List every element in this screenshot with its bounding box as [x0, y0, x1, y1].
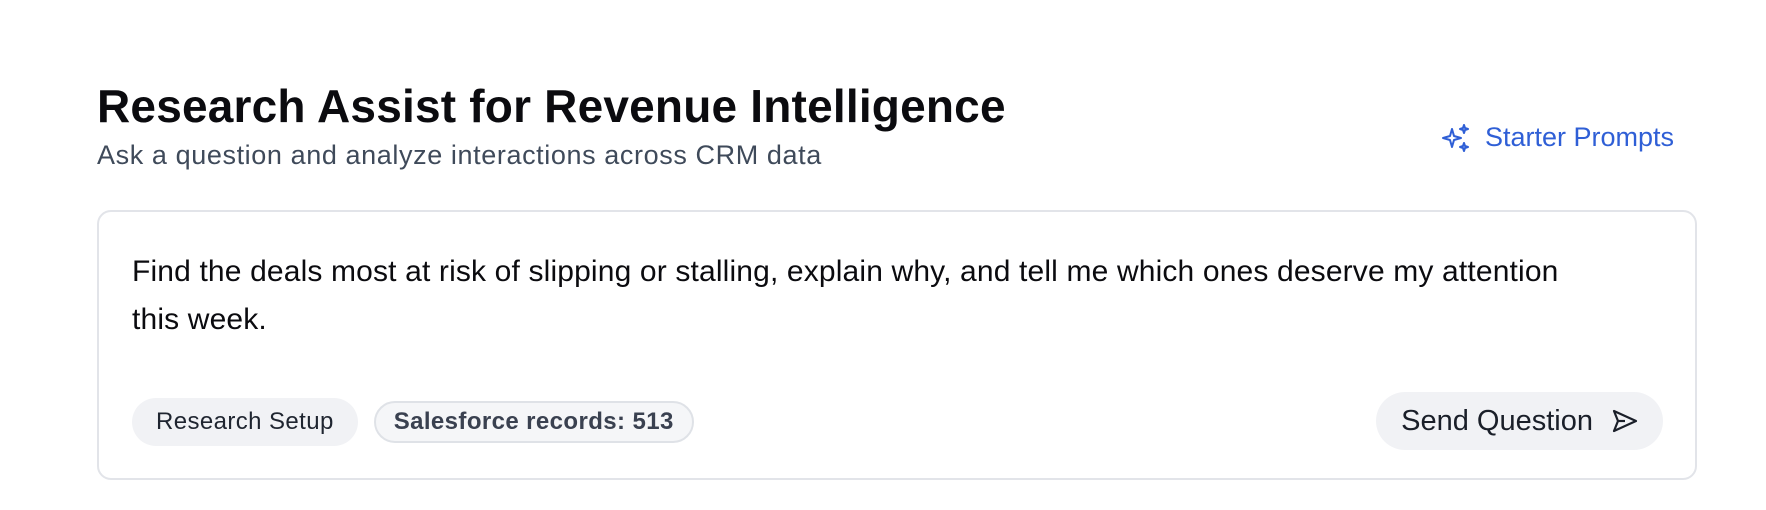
- composer-chips: Research Setup Salesforce records: 513: [132, 398, 694, 446]
- starter-prompts-button[interactable]: Starter Prompts: [1441, 122, 1674, 153]
- question-composer: Find the deals most at risk of slipping …: [97, 210, 1697, 480]
- page-subtitle: Ask a question and analyze interactions …: [97, 140, 822, 170]
- send-icon: [1611, 407, 1639, 435]
- send-question-label: Send Question: [1401, 404, 1593, 437]
- page-header: Research Assist for Revenue Intelligence…: [97, 80, 1006, 172]
- question-input[interactable]: Find the deals most at risk of slipping …: [132, 248, 1575, 344]
- salesforce-records-badge: Salesforce records: 513: [373, 401, 694, 443]
- sparkles-icon: [1441, 123, 1471, 153]
- page-title: Research Assist for Revenue Intelligence: [97, 80, 1006, 132]
- starter-prompts-label: Starter Prompts: [1484, 122, 1674, 152]
- research-setup-button[interactable]: Research Setup: [132, 398, 358, 446]
- research-assist-page: Research Assist for Revenue Intelligence…: [0, 0, 1766, 510]
- send-question-button[interactable]: Send Question: [1376, 392, 1663, 450]
